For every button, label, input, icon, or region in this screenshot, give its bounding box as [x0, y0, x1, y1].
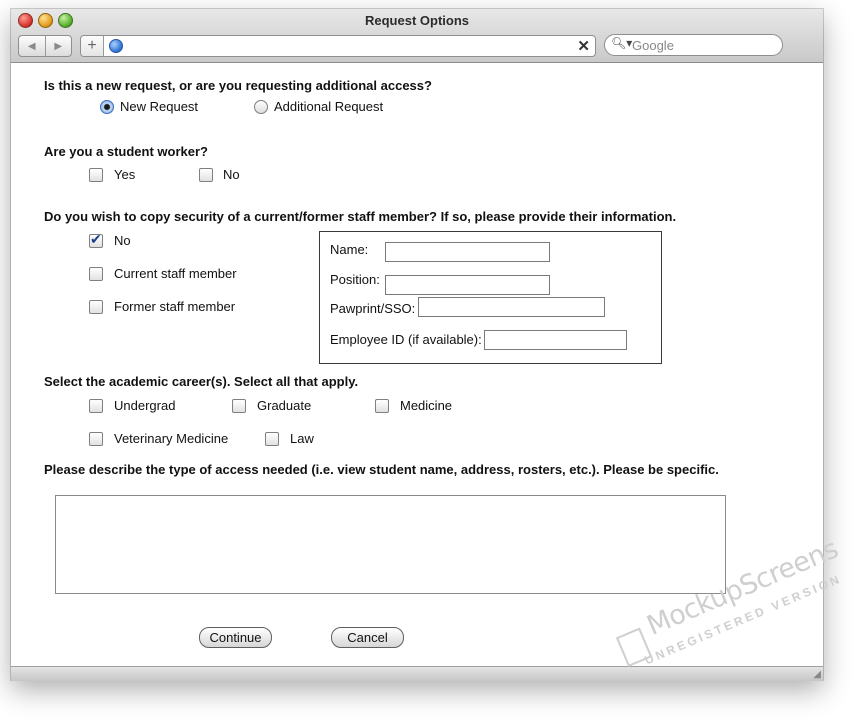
back-arrow-icon[interactable]: ◀ [19, 36, 46, 56]
title-bar: Request Options ◀ ▶ + ✕ 🔍︎▾ Google [11, 9, 823, 63]
status-bar: ◢ [11, 666, 823, 681]
label-additional-request: Additional Request [274, 99, 384, 114]
label-current-staff: Current staff member [114, 266, 237, 281]
window-title: Request Options [364, 13, 469, 28]
label-employee-id: Employee ID (if available): [330, 332, 482, 347]
checkbox-graduate[interactable] [232, 399, 246, 413]
search-icon: 🔍︎▾ [611, 36, 633, 50]
checkbox-medicine[interactable] [375, 399, 389, 413]
label-name: Name: [330, 242, 369, 257]
label-veterinary-medicine: Veterinary Medicine [114, 431, 229, 446]
resize-grip-icon[interactable]: ◢ [813, 669, 821, 680]
nav-buttons: ◀ ▶ [18, 35, 72, 57]
radio-additional-request[interactable] [254, 100, 268, 114]
checkbox-law[interactable] [265, 432, 279, 446]
position-field[interactable] [385, 275, 550, 295]
clear-url-icon[interactable]: ✕ [577, 37, 590, 55]
add-bookmark-icon[interactable]: + [81, 36, 104, 56]
label-law: Law [290, 431, 314, 446]
continue-button[interactable]: Continue [199, 627, 272, 648]
access-description-textarea[interactable] [55, 495, 726, 594]
cancel-button[interactable]: Cancel [331, 627, 404, 648]
search-field[interactable]: 🔍︎▾ Google [604, 34, 783, 56]
checkbox-student-no[interactable] [199, 168, 213, 182]
question-new-request: Is this a new request, or are you reques… [44, 78, 432, 93]
label-student-yes: Yes [114, 167, 136, 182]
label-student-no: No [223, 167, 240, 182]
checkbox-student-yes[interactable] [89, 168, 103, 182]
checkbox-undergrad[interactable] [89, 399, 103, 413]
label-new-request: New Request [120, 99, 199, 114]
name-field[interactable] [385, 242, 550, 262]
search-placeholder: Google [632, 38, 674, 53]
label-graduate: Graduate [257, 398, 312, 413]
checkbox-former-staff[interactable] [89, 300, 103, 314]
label-position: Position: [330, 272, 380, 287]
checkbox-veterinary-medicine[interactable] [89, 432, 103, 446]
question-academic-career: Select the academic career(s). Select al… [44, 374, 359, 389]
label-copy-no: No [114, 233, 131, 248]
label-undergrad: Undergrad [114, 398, 176, 413]
pawprint-field[interactable] [418, 297, 605, 317]
checkbox-current-staff[interactable] [89, 267, 103, 281]
employee-id-field[interactable] [484, 330, 627, 350]
globe-icon [109, 39, 123, 53]
forward-arrow-icon[interactable]: ▶ [46, 36, 72, 56]
label-medicine: Medicine [400, 398, 453, 413]
question-student-worker: Are you a student worker? [44, 144, 208, 159]
question-access-description: Please describe the type of access neede… [44, 462, 719, 477]
question-copy-security: Do you wish to copy security of a curren… [44, 209, 677, 224]
radio-new-request[interactable] [100, 100, 114, 114]
label-former-staff: Former staff member [114, 299, 236, 314]
address-bar[interactable]: + ✕ [80, 35, 596, 57]
checkbox-copy-no[interactable] [89, 231, 103, 248]
label-pawprint: Pawprint/SSO: [330, 301, 416, 316]
